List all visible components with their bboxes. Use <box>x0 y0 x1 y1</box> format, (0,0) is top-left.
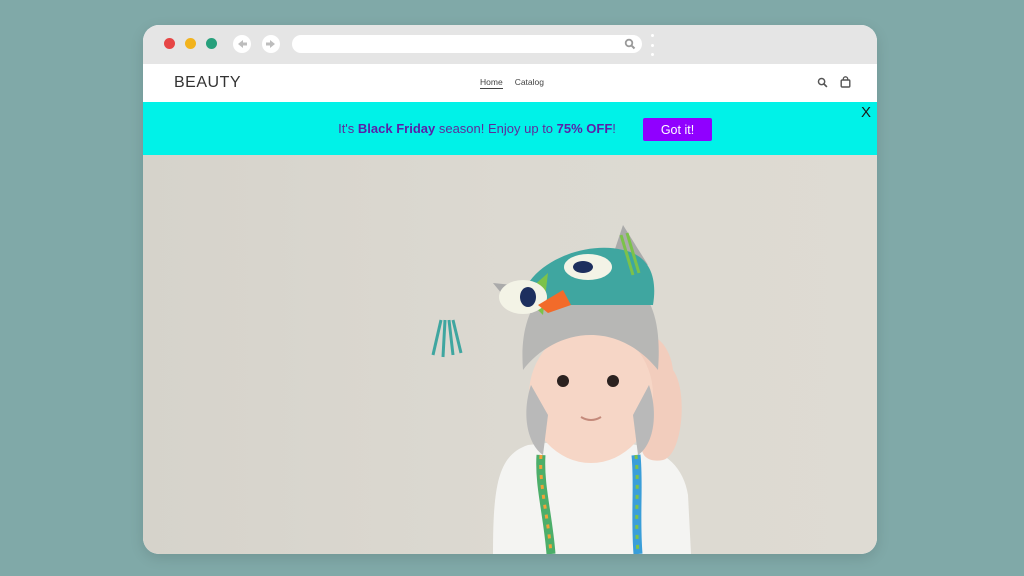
close-banner-button[interactable]: X <box>861 105 871 120</box>
nav-home[interactable]: Home <box>480 77 503 89</box>
back-arrow-icon <box>238 40 247 48</box>
browser-chrome <box>143 25 877 64</box>
forward-arrow-icon <box>266 40 275 48</box>
site-header: BEAUTY Home Catalog <box>143 64 877 102</box>
promo-highlight-discount: 75% OFF <box>556 121 613 136</box>
promo-highlight-event: Black Friday <box>357 121 436 136</box>
back-button[interactable] <box>233 35 251 53</box>
hero-image <box>143 155 877 554</box>
nav-catalog[interactable]: Catalog <box>515 77 544 89</box>
browser-window: BEAUTY Home Catalog It's Black Friday se… <box>143 25 877 554</box>
promo-text-after: ! <box>612 121 616 136</box>
promo-text-before: It's <box>338 121 358 136</box>
main-nav: Home Catalog <box>480 77 544 89</box>
search-icon[interactable] <box>624 38 636 50</box>
minimize-window-dot[interactable] <box>185 38 196 49</box>
site-logo[interactable]: BEAUTY <box>174 74 241 92</box>
address-bar[interactable] <box>292 35 642 53</box>
shopping-bag-icon[interactable] <box>840 76 851 88</box>
promo-text-middle: season! Enjoy up to <box>435 121 557 136</box>
more-icon[interactable] <box>649 34 655 56</box>
maximize-window-dot[interactable] <box>206 38 217 49</box>
got-it-button[interactable]: Got it! <box>643 118 712 141</box>
promo-banner: It's Black Friday season! Enjoy up to 75… <box>143 102 877 155</box>
search-icon[interactable] <box>817 77 828 88</box>
header-icons <box>817 76 851 88</box>
forward-button[interactable] <box>262 35 280 53</box>
close-window-dot[interactable] <box>164 38 175 49</box>
promo-message: It's Black Friday season! Enjoy up to 75… <box>143 121 877 136</box>
hero-photo-illustration <box>431 225 691 554</box>
